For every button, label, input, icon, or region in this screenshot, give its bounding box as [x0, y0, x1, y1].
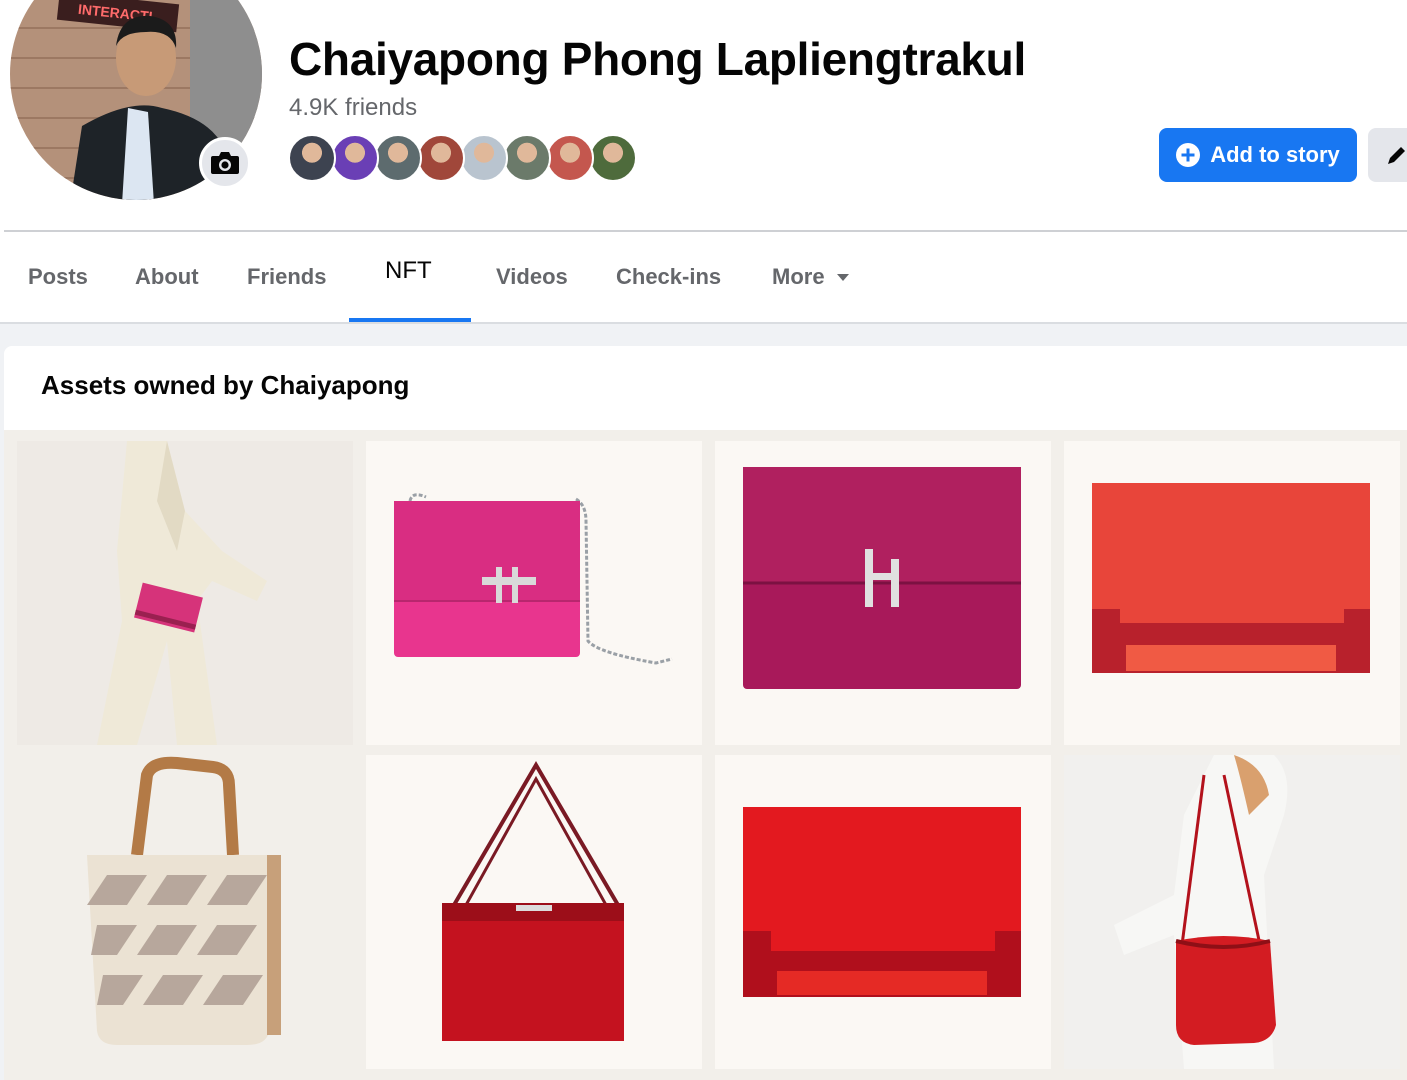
camera-icon: [211, 152, 239, 174]
tab-nft[interactable]: NFT: [385, 226, 432, 316]
friend-avatar[interactable]: [589, 134, 637, 182]
asset-image: [715, 441, 1051, 745]
tab-check-ins[interactable]: Check-ins: [616, 232, 721, 322]
asset-tile[interactable]: [1064, 441, 1400, 745]
friend-avatars-row: [288, 134, 637, 182]
tab-more[interactable]: More: [772, 232, 849, 322]
update-photo-button[interactable]: [199, 137, 251, 189]
friend-avatar[interactable]: [331, 134, 379, 182]
tab-friends[interactable]: Friends: [247, 232, 326, 322]
friend-avatar[interactable]: [503, 134, 551, 182]
friend-avatar[interactable]: [460, 134, 508, 182]
profile-header: INTERACTI Chaiyapong Phong Lapliengtraku…: [0, 0, 1407, 322]
assets-grid: [4, 430, 1407, 1080]
tab-posts[interactable]: Posts: [28, 232, 88, 322]
pencil-icon: [1388, 147, 1405, 164]
asset-tile[interactable]: [17, 441, 353, 745]
profile-name: Chaiyapong Phong Lapliengtrakul: [289, 33, 1026, 85]
friend-avatar[interactable]: [417, 134, 465, 182]
add-to-story-label: Add to story: [1210, 142, 1340, 167]
asset-tile[interactable]: [715, 441, 1051, 745]
friend-count[interactable]: 4.9K friends: [289, 94, 417, 122]
asset-image: [366, 441, 702, 745]
header-bottom-border: [0, 322, 1407, 324]
friend-avatar[interactable]: [374, 134, 422, 182]
asset-tile[interactable]: [366, 755, 702, 1069]
tab-more-label: More: [772, 264, 825, 289]
assets-section-header: Assets owned by Chaiyapong: [4, 346, 1407, 430]
plus-icon: [1176, 143, 1201, 167]
asset-image: [17, 755, 353, 1069]
asset-tile[interactable]: [366, 441, 702, 745]
edit-profile-button[interactable]: [1368, 128, 1407, 182]
asset-image: [1064, 755, 1400, 1069]
caret-down-icon: [836, 273, 849, 281]
assets-title: Assets owned by Chaiyapong: [41, 370, 410, 400]
asset-image: [17, 441, 353, 745]
asset-tile[interactable]: [1064, 755, 1400, 1069]
asset-tile[interactable]: [17, 755, 353, 1069]
asset-tile[interactable]: [715, 755, 1051, 1069]
asset-image: [1064, 441, 1400, 745]
asset-image: [366, 755, 702, 1069]
profile-tabs: Posts About Friends NFT Videos Check-ins…: [0, 232, 1407, 322]
friend-avatar[interactable]: [288, 134, 336, 182]
friend-avatar[interactable]: [546, 134, 594, 182]
add-to-story-button[interactable]: Add to story: [1159, 128, 1357, 182]
tab-about[interactable]: About: [135, 232, 199, 322]
tab-videos[interactable]: Videos: [496, 232, 568, 322]
asset-image: [715, 755, 1051, 1069]
